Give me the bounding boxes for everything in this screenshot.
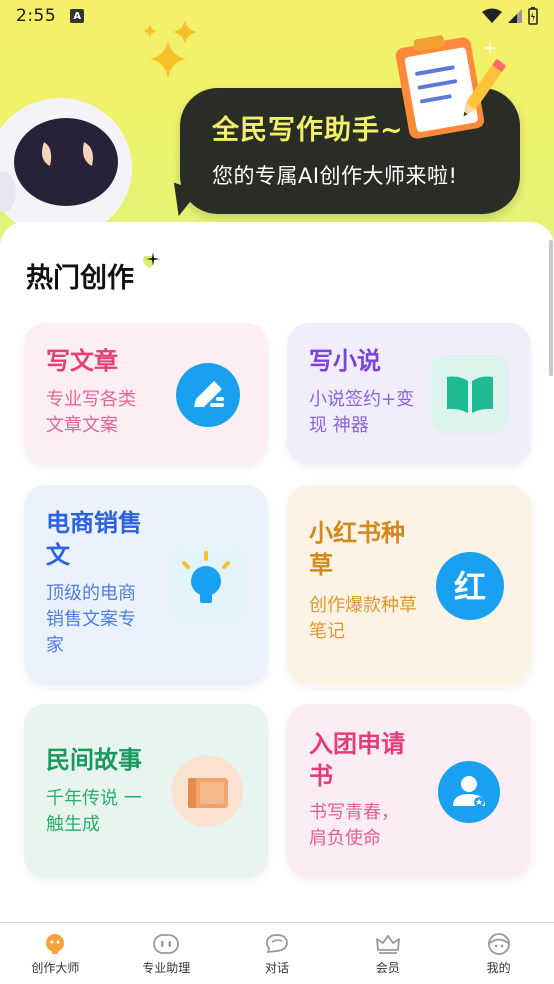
bulb-mascot-icon [46,934,65,954]
scrollbar[interactable] [549,240,553,376]
tile-desc: 专业写各类文章文案 [46,389,136,436]
banner-title: 全民写作助手~ [212,115,404,146]
sparkle-icon [143,20,197,78]
status-bar: 2:55 A [0,0,554,32]
tile-title: 写小说 [309,347,381,375]
tile-title: 民间故事 [46,746,142,774]
top-banner: 2:55 A 全民写作助手~ 您的专属AI创作大师来啦! [0,0,554,260]
nav-item-chat[interactable]: 对话 [222,923,333,984]
tile-title: 小红书种草 [309,519,405,579]
book-icon [431,355,509,433]
red-book-icon: 红 [436,552,504,620]
clipboard-pencil-icon [395,35,506,139]
signal-icon [508,9,522,23]
nav-item-pro-assistant[interactable]: 专业助理 [111,923,222,984]
nav-label: 会员 [375,961,400,975]
tile-title: 电商销售文 [46,509,142,569]
status-time: 2:55 [16,6,57,26]
nav-label: 我的 [486,961,511,975]
tile-title: 写文章 [46,347,118,375]
nav-item-mine[interactable]: 我的 [443,923,554,984]
lightbulb-icon [168,545,244,621]
svg-text:红: 红 [454,568,486,606]
member-badge-icon [438,761,500,823]
nav-label: 专业助理 [142,961,191,975]
tile-title: 入团申请书 [309,730,405,790]
tile-desc: 创作爆款种草笔记 [309,595,417,642]
status-icons [482,7,538,25]
wifi-icon [482,8,502,23]
tile-desc: 千年传说 一触生成 [46,788,142,835]
bottom-nav: 创作大师 专业助理 对话 会员 我的 [0,922,554,984]
tile-ecommerce-copy[interactable]: 电商销售文 顶级的电商销售文案专家 [24,485,268,685]
tile-desc: 书写青春，肩负使命 [309,802,399,849]
robot-mascot-icon [0,98,132,238]
crown-icon [375,935,400,954]
notification-a-icon: A [70,9,85,23]
title-star-icon [143,252,160,268]
tile-xiaohongshu[interactable]: 小红书种草 创作爆款种草笔记 红 [287,485,531,685]
storybook-icon [171,755,243,827]
tile-write-article[interactable]: 写文章 专业写各类文章文案 [24,323,268,465]
tile-folk-tales[interactable]: 民间故事 千年传说 一触生成 [24,704,268,878]
section-title: 热门创作 [26,263,134,294]
tile-desc: 顶级的电商销售文案专家 [46,583,136,656]
nav-item-membership[interactable]: 会员 [332,923,443,984]
chat-bubble-icon [265,934,288,954]
robot-face-icon [153,934,180,954]
profile-face-icon [487,933,510,955]
tile-desc: 小说签约+变现 神器 [309,389,415,436]
banner-subtitle: 您的专属AI创作大师来啦! [212,164,458,188]
nav-label: 创作大师 [31,961,80,975]
tile-league-application[interactable]: 入团申请书 书写青春，肩负使命 [287,704,531,878]
nav-item-creation-master[interactable]: 创作大师 [0,923,111,984]
tile-write-novel[interactable]: 写小说 小说签约+变现 神器 [287,323,531,465]
battery-icon [528,7,538,25]
nav-label: 对话 [264,961,289,975]
pen-icon [176,363,240,427]
